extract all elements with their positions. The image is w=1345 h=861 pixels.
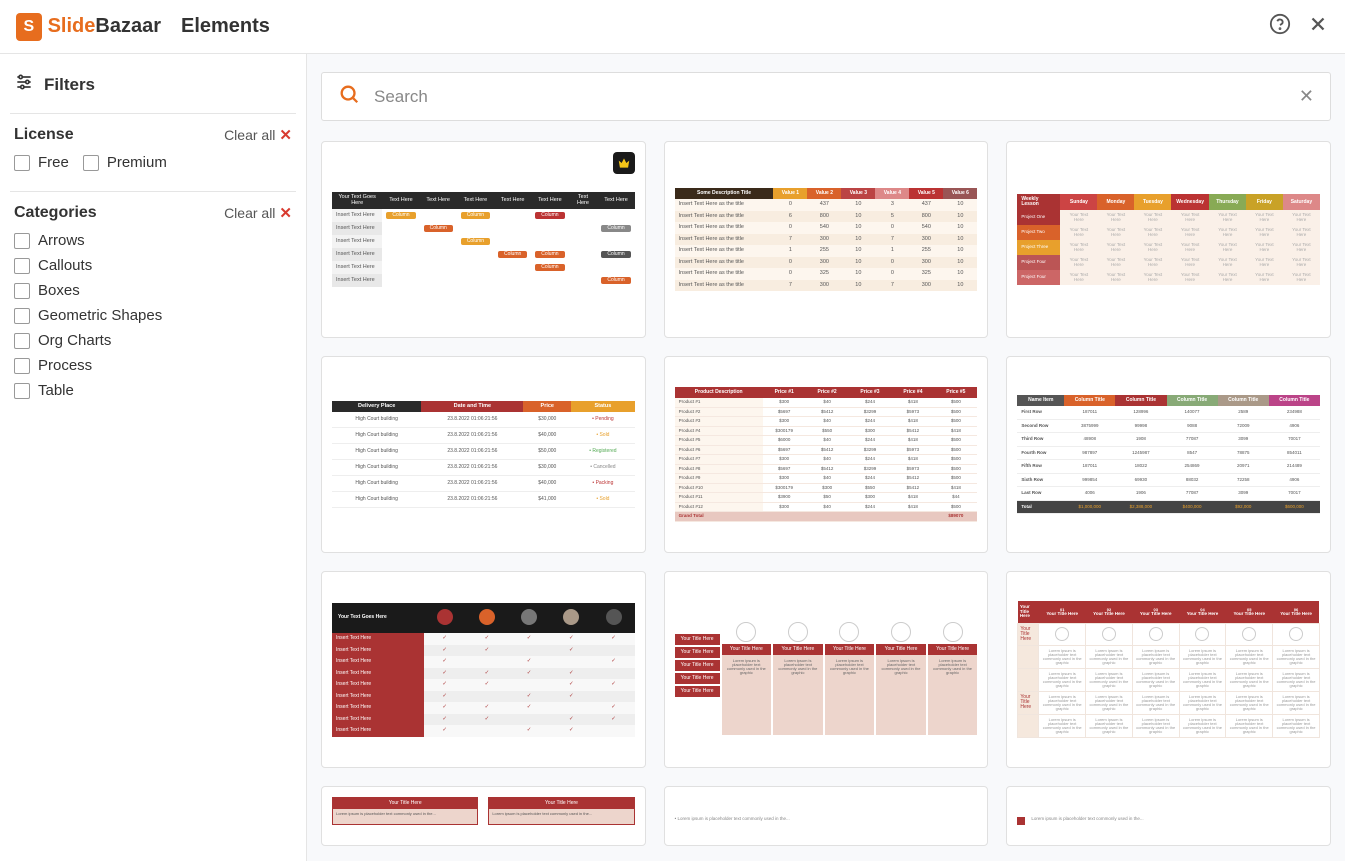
search-bar[interactable]: ✕ [321,72,1331,121]
logo[interactable]: S SlideBazaar [16,13,161,41]
checkbox-arrows[interactable]: Arrows [14,232,292,249]
clear-x-icon: ✕ [279,204,292,222]
checkbox-premium[interactable]: Premium [83,154,167,171]
checkbox-table[interactable]: Table [14,382,292,399]
filters-title: Filters [44,75,95,95]
template-card[interactable]: • Lorem ipsum is placeholder text common… [664,786,989,846]
template-card[interactable]: Your Title HereLorem ipsum is placeholde… [321,786,646,846]
checkbox-org-charts[interactable]: Org Charts [14,332,292,349]
template-card[interactable]: Lorem ipsum is placeholder text commonly… [1006,786,1331,846]
clear-categories-button[interactable]: Clear all✕ [224,204,292,222]
logo-icon: S [16,13,42,41]
filters-icon [14,72,34,97]
premium-badge-icon [613,152,635,174]
categories-filter-section: Categories Clear all✕ Arrows Callouts Bo… [10,191,296,419]
search-input[interactable] [374,87,1299,107]
logo-text: SlideBazaar [48,15,161,38]
close-icon[interactable] [1307,13,1329,40]
clear-x-icon: ✕ [279,126,292,144]
template-card[interactable]: Product DescriptionPrice #1Price #2Price… [664,356,989,553]
template-grid: Your Text Goes HereText HereText HereTex… [321,141,1331,846]
categories-title: Categories [14,204,97,222]
template-card[interactable]: Delivery PlaceDate and TimePriceStatus H… [321,356,646,553]
checkbox-geometric-shapes[interactable]: Geometric Shapes [14,307,292,324]
filters-sidebar: Filters License Clear all✕ Free Premium … [0,54,307,861]
template-card[interactable]: Some Description TitleValue 1Value 2Valu… [664,141,989,338]
app-header: S SlideBazaar Elements [0,0,1345,54]
checkbox-free[interactable]: Free [14,154,69,171]
template-card[interactable]: Your Title HereYour Title HereYour Title… [664,571,989,768]
template-card[interactable]: Your Title Here01Your Title Here02Your T… [1006,571,1331,768]
template-card[interactable]: Your Text Goes Here Insert Text Here✓✓✓✓… [321,571,646,768]
clear-license-button[interactable]: Clear all✕ [224,126,292,144]
template-card[interactable]: Weekly LessonSundayMondayTuesdayWednesda… [1006,141,1331,338]
help-icon[interactable] [1269,13,1291,40]
page-title: Elements [181,15,270,38]
search-icon [338,83,374,110]
content-area: ✕ Your Text Goes HereText HereText HereT… [307,54,1345,861]
license-title: License [14,126,74,144]
search-clear-icon[interactable]: ✕ [1299,86,1314,107]
template-card[interactable]: Your Text Goes HereText HereText HereTex… [321,141,646,338]
checkbox-callouts[interactable]: Callouts [14,257,292,274]
checkbox-boxes[interactable]: Boxes [14,282,292,299]
template-card[interactable]: Name ItemColumn TitleColumn TitleColumn … [1006,356,1331,553]
checkbox-process[interactable]: Process [14,357,292,374]
license-filter-section: License Clear all✕ Free Premium [10,113,296,191]
